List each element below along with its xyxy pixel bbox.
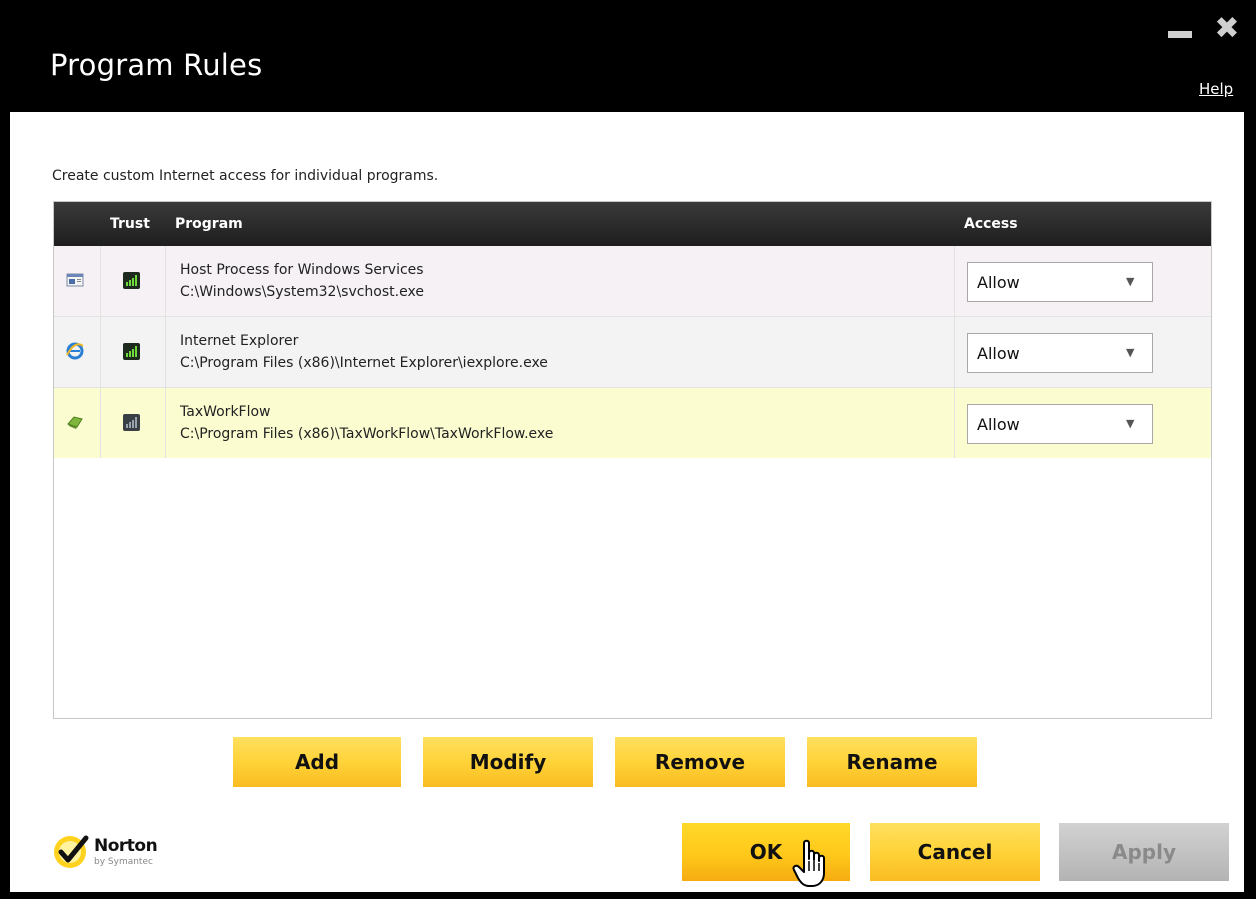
remove-button[interactable]: Remove — [615, 737, 785, 787]
dialog-content: Create custom Internet access for indivi… — [10, 112, 1244, 892]
access-select[interactable]: Allow ▼ — [967, 333, 1153, 373]
column-header-access[interactable]: Access — [964, 216, 1018, 232]
add-button[interactable]: Add — [233, 737, 401, 787]
access-select[interactable]: Allow ▼ — [967, 404, 1153, 444]
trust-gray-icon — [123, 414, 140, 431]
window-title: Program Rules — [50, 48, 263, 82]
program-path: C:\Windows\System32\svchost.exe — [180, 284, 424, 300]
taxworkflow-icon — [67, 416, 83, 429]
table-header: Trust Program Access — [54, 202, 1211, 246]
logo-text: Norton — [94, 836, 158, 856]
table-row[interactable]: Internet Explorer C:\Program Files (x86)… — [54, 317, 1211, 387]
chevron-down-icon: ▼ — [1126, 275, 1135, 288]
window-icon — [66, 273, 84, 287]
trust-green-icon — [123, 272, 140, 289]
chevron-down-icon: ▼ — [1126, 346, 1135, 359]
logo-subtext: by Symantec — [94, 857, 153, 867]
norton-check-icon — [54, 835, 89, 868]
program-name: TaxWorkFlow — [180, 404, 271, 420]
help-link[interactable]: Help — [1199, 80, 1233, 98]
internet-explorer-icon — [66, 342, 84, 360]
program-name: Host Process for Windows Services — [180, 262, 424, 278]
program-path: C:\Program Files (x86)\TaxWorkFlow\TaxWo… — [180, 426, 554, 442]
access-value: Allow — [977, 344, 1020, 363]
chevron-down-icon: ▼ — [1126, 417, 1135, 430]
program-rules-table: Trust Program Access Host Process for Wi… — [53, 201, 1212, 719]
close-button[interactable]: ✖ — [1214, 14, 1240, 44]
program-rules-window: Program Rules ✖ Help Create custom Inter… — [10, 0, 1244, 899]
cancel-button[interactable]: Cancel — [870, 823, 1040, 881]
norton-logo: Norton by Symantec — [52, 832, 192, 874]
table-row[interactable]: TaxWorkFlow C:\Program Files (x86)\TaxWo… — [54, 388, 1211, 458]
rename-button[interactable]: Rename — [807, 737, 977, 787]
minimize-button[interactable] — [1168, 14, 1194, 40]
modify-button[interactable]: Modify — [423, 737, 593, 787]
apply-button: Apply — [1059, 823, 1229, 881]
access-value: Allow — [977, 415, 1020, 434]
table-row[interactable]: Host Process for Windows Services C:\Win… — [54, 246, 1211, 316]
program-path: C:\Program Files (x86)\Internet Explorer… — [180, 355, 548, 371]
column-header-program[interactable]: Program — [175, 216, 243, 232]
title-bar: Program Rules ✖ Help — [10, 0, 1244, 112]
access-select[interactable]: Allow ▼ — [967, 262, 1153, 302]
ok-button[interactable]: OK — [682, 823, 850, 881]
access-value: Allow — [977, 273, 1020, 292]
trust-green-icon — [123, 343, 140, 360]
description-text: Create custom Internet access for indivi… — [52, 168, 439, 184]
column-header-trust[interactable]: Trust — [110, 216, 150, 232]
program-name: Internet Explorer — [180, 333, 299, 349]
